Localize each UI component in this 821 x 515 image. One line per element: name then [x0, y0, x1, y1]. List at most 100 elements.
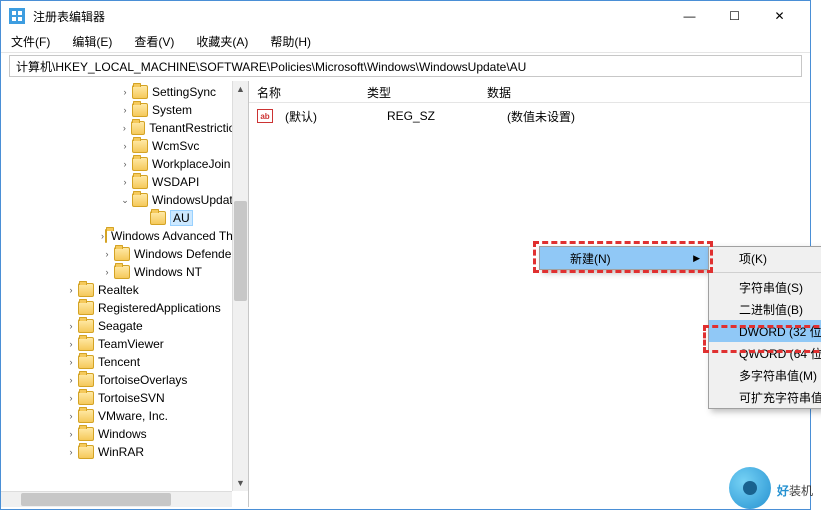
- menu-view[interactable]: 查看(V): [130, 31, 178, 52]
- tree-node[interactable]: › WinRAR: [1, 443, 248, 461]
- menu-dword[interactable]: DWORD (32 位)值(D): [709, 320, 821, 342]
- tree-node[interactable]: › Windows Advanced Threat Protection: [1, 227, 248, 245]
- expand-icon[interactable]: ›: [119, 176, 131, 188]
- menu-qword[interactable]: QWORD (64 位)值(Q): [709, 342, 821, 364]
- tree-node[interactable]: › Tencent: [1, 353, 248, 371]
- window-title: 注册表编辑器: [33, 8, 667, 25]
- folder-icon: [132, 103, 148, 117]
- folder-icon: [78, 301, 94, 315]
- tree-node[interactable]: › TortoiseSVN: [1, 389, 248, 407]
- menu-new[interactable]: 新建(N) ▶: [540, 247, 708, 269]
- tree-node[interactable]: RegisteredApplications: [1, 299, 248, 317]
- tree-node[interactable]: › Windows NT: [1, 263, 248, 281]
- folder-icon: [131, 121, 146, 135]
- tree-node-label: Tencent: [98, 355, 140, 369]
- collapse-icon[interactable]: ⌄: [119, 194, 131, 206]
- tree-node[interactable]: › Realtek: [1, 281, 248, 299]
- tree-node-label: Seagate: [98, 319, 143, 333]
- expand-icon[interactable]: ›: [65, 392, 77, 404]
- string-value-icon: ab: [257, 109, 273, 123]
- expand-icon[interactable]: ›: [119, 140, 131, 152]
- menu-edit[interactable]: 编辑(E): [68, 31, 116, 52]
- folder-icon: [105, 229, 107, 243]
- menu-binary[interactable]: 二进制值(B): [709, 298, 821, 320]
- cell-type: REG_SZ: [379, 109, 499, 123]
- tree-node-label: VMware, Inc.: [98, 409, 168, 423]
- list-body[interactable]: ab(默认)REG_SZ(数值未设置): [249, 103, 810, 129]
- tree-node[interactable]: AU: [1, 209, 248, 227]
- expand-icon[interactable]: ›: [65, 428, 77, 440]
- expand-icon[interactable]: ›: [65, 356, 77, 368]
- menu-multistring[interactable]: 多字符串值(M): [709, 364, 821, 386]
- address-bar[interactable]: 计算机\HKEY_LOCAL_MACHINE\SOFTWARE\Policies…: [9, 55, 802, 77]
- registry-editor-window: 注册表编辑器 — ☐ ✕ 文件(F) 编辑(E) 查看(V) 收藏夹(A) 帮助…: [0, 0, 811, 510]
- value-row[interactable]: ab(默认)REG_SZ(数值未设置): [249, 107, 810, 125]
- menu-key[interactable]: 项(K): [709, 247, 821, 269]
- minimize-button[interactable]: —: [667, 2, 712, 30]
- expand-icon[interactable]: ›: [119, 158, 131, 170]
- expand-icon[interactable]: ›: [65, 338, 77, 350]
- tree-node[interactable]: ›Windows Defender: [1, 245, 248, 263]
- folder-icon: [78, 373, 94, 387]
- tree-node[interactable]: › Windows: [1, 425, 248, 443]
- tree-node-label: WindowsUpdate: [152, 193, 239, 207]
- folder-icon: [78, 427, 94, 441]
- menu-string[interactable]: 字符串值(S): [709, 276, 821, 298]
- tree-node[interactable]: ›TenantRestrictions: [1, 119, 248, 137]
- expand-icon[interactable]: ›: [101, 230, 104, 242]
- expand-icon[interactable]: ›: [65, 374, 77, 386]
- no-expand: [137, 212, 149, 224]
- menu-help[interactable]: 帮助(H): [266, 31, 315, 52]
- scroll-thumb[interactable]: [234, 201, 247, 301]
- col-data[interactable]: 数据: [479, 81, 810, 102]
- close-button[interactable]: ✕: [757, 2, 802, 30]
- menu-expandstring[interactable]: 可扩充字符串值(E): [709, 386, 821, 408]
- tree-node-label: Realtek: [98, 283, 139, 297]
- tree-node[interactable]: ›TeamViewer: [1, 335, 248, 353]
- tree-node[interactable]: ›WcmSvc: [1, 137, 248, 155]
- menu-file[interactable]: 文件(F): [7, 31, 54, 52]
- tree-vscrollbar[interactable]: ▲ ▼: [232, 81, 248, 491]
- expand-icon[interactable]: ›: [65, 284, 77, 296]
- tree-node[interactable]: › Seagate: [1, 317, 248, 335]
- scroll-down-icon[interactable]: ▼: [233, 475, 248, 491]
- tree-node[interactable]: ›System: [1, 101, 248, 119]
- expand-icon[interactable]: ›: [65, 320, 77, 332]
- scroll-up-icon[interactable]: ▲: [233, 81, 248, 97]
- tree-node-label: SettingSync: [152, 85, 216, 99]
- expand-icon[interactable]: ›: [101, 248, 113, 260]
- tree-node-label: Windows Advanced Threat Protection: [111, 229, 249, 243]
- menubar: 文件(F) 编辑(E) 查看(V) 收藏夹(A) 帮助(H): [1, 31, 810, 53]
- expand-icon[interactable]: ›: [101, 266, 113, 278]
- tree-panel: ›SettingSync›System›TenantRestrictions›W…: [1, 81, 249, 507]
- tree-node[interactable]: ⌄ WindowsUpdate: [1, 191, 248, 209]
- expand-icon[interactable]: ›: [119, 86, 131, 98]
- tree-node[interactable]: ›WorkplaceJoin: [1, 155, 248, 173]
- folder-icon: [132, 193, 148, 207]
- cell-data: (数值未设置): [499, 108, 583, 125]
- titlebar: 注册表编辑器 — ☐ ✕: [1, 1, 810, 31]
- tree-node-label: WinRAR: [98, 445, 144, 459]
- tree-hscrollbar[interactable]: [1, 491, 232, 507]
- no-expand: [65, 302, 77, 314]
- tree-node-label: Windows NT: [134, 265, 202, 279]
- tree-node-label: Windows: [98, 427, 147, 441]
- folder-icon: [78, 355, 94, 369]
- hscroll-thumb[interactable]: [21, 493, 171, 506]
- tree-node[interactable]: › VMware, Inc.: [1, 407, 248, 425]
- tree-node[interactable]: ›TortoiseOverlays: [1, 371, 248, 389]
- tree-node[interactable]: › SettingSync: [1, 83, 248, 101]
- tree-node[interactable]: ›WSDAPI: [1, 173, 248, 191]
- tree-node-label: TortoiseSVN: [98, 391, 165, 405]
- expand-icon[interactable]: ›: [65, 446, 77, 458]
- col-type[interactable]: 类型: [359, 81, 479, 102]
- app-icon: [9, 8, 25, 24]
- menu-favorites[interactable]: 收藏夹(A): [192, 31, 252, 52]
- expand-icon[interactable]: ›: [119, 104, 131, 116]
- col-name[interactable]: 名称: [249, 81, 359, 102]
- tree-node-label: AU: [170, 210, 193, 226]
- expand-icon[interactable]: ›: [65, 410, 77, 422]
- window-controls: — ☐ ✕: [667, 2, 802, 30]
- maximize-button[interactable]: ☐: [712, 2, 757, 30]
- expand-icon[interactable]: ›: [119, 122, 130, 134]
